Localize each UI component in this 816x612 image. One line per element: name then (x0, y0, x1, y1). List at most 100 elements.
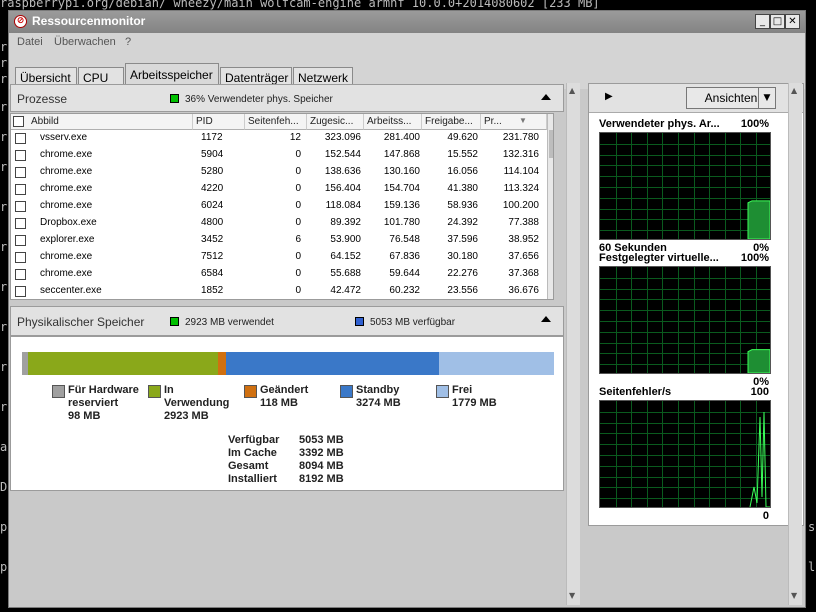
table-cell: 4800 (201, 217, 224, 228)
row-checkbox[interactable] (15, 252, 26, 263)
row-checkbox[interactable] (15, 269, 26, 280)
graph-canvas (599, 132, 771, 240)
table-cell: 6584 (201, 268, 224, 279)
table-row[interactable]: explorer.exe 3452 6 53.900 76.548 37.596 38.95… (11, 232, 541, 249)
menu-file[interactable]: Datei (17, 36, 43, 48)
select-all-checkbox[interactable] (13, 116, 24, 127)
table-cell: 0 (295, 183, 301, 194)
legend-line: Standby (356, 384, 400, 396)
legend-swatch (52, 385, 65, 398)
table-row[interactable]: chrome.exe 5904 0 152.544 147.868 15.552 132.3… (11, 147, 541, 164)
table-cell: 0 (295, 149, 301, 160)
expand-play-icon[interactable]: ▶ (605, 91, 613, 102)
table-cell: 67.836 (389, 251, 420, 262)
legend-line: Verwendung (164, 397, 230, 409)
scroll-up-icon[interactable]: ▲ (569, 86, 575, 95)
table-cell: vsserv.exe (40, 132, 88, 143)
table-cell: chrome.exe (40, 183, 93, 194)
row-checkbox[interactable] (15, 133, 26, 144)
table-cell: 154.704 (383, 183, 420, 194)
table-cell: 0 (295, 285, 301, 296)
column-header-pid[interactable]: PID (193, 114, 245, 130)
scrollbar-thumb[interactable] (549, 130, 553, 158)
graph-title: Festgelegter virtuelle... (599, 252, 719, 264)
row-checkbox[interactable] (15, 167, 26, 178)
column-header-page-faults[interactable]: Seitenfeh... (245, 114, 307, 130)
table-cell: 1172 (201, 132, 223, 143)
table-row[interactable]: chrome.exe 5280 0 138.636 130.160 16.056 114.1… (11, 164, 541, 181)
table-row[interactable]: vsserv.exe 1172 12 323.096 281.400 49.620 231.… (11, 130, 541, 147)
table-cell: 60.232 (389, 285, 420, 296)
stat-value: 8094 MB (299, 460, 344, 472)
column-header-shareable[interactable]: Freigabe... (422, 114, 481, 130)
collapse-up-icon[interactable] (541, 94, 551, 100)
terminal-char: r (0, 240, 8, 254)
row-checkbox[interactable] (15, 184, 26, 195)
table-cell: chrome.exe (40, 166, 93, 177)
table-row[interactable]: chrome.exe 4220 0 156.404 154.704 41.380 113.3… (11, 181, 541, 198)
column-header-working-set[interactable]: Arbeitss... (364, 114, 422, 130)
graph-min-value: 0 (762, 510, 769, 522)
table-row[interactable]: seccenter.exe 1852 0 42.472 60.232 23.556 36.6… (11, 283, 541, 299)
table-cell: 0 (295, 251, 301, 262)
row-checkbox[interactable] (15, 286, 26, 297)
table-cell: 59.644 (389, 268, 420, 279)
legend-swatch (436, 385, 449, 398)
table-cell: seccenter.exe (40, 285, 102, 296)
title-bar[interactable]: ⊘ Ressourcenmonitor _ □ ✕ (9, 11, 805, 33)
menu-bar: Datei Überwachen ? (9, 33, 805, 53)
table-row[interactable]: chrome.exe 6024 0 118.084 159.136 58.936 100.2… (11, 198, 541, 215)
table-cell: chrome.exe (40, 268, 93, 279)
row-checkbox[interactable] (15, 235, 26, 246)
used-legend-swatch (170, 317, 179, 326)
scroll-up-icon[interactable]: ▲ (791, 86, 797, 95)
legend-label: Frei 1779 MB (452, 384, 497, 410)
row-checkbox[interactable] (15, 150, 26, 161)
views-dropdown-icon[interactable]: ▼ (758, 87, 776, 109)
legend-swatch (340, 385, 353, 398)
terminal-char: r (0, 72, 8, 86)
table-row[interactable]: chrome.exe 7512 0 64.152 67.836 30.180 37.656 (11, 249, 541, 266)
table-cell: 114.104 (503, 166, 539, 177)
legend-value: 3274 MB (356, 397, 401, 409)
column-header-commit[interactable]: Zugesic... (307, 114, 364, 130)
graph-canvas (599, 400, 771, 508)
process-table-scrollbar[interactable] (547, 114, 553, 299)
scroll-down-icon[interactable]: ▼ (791, 591, 797, 600)
table-cell: 41.380 (447, 183, 478, 194)
terminal-char: r (0, 40, 8, 54)
collapse-up-icon[interactable] (541, 316, 551, 322)
row-checkbox[interactable] (15, 218, 26, 229)
scroll-down-icon[interactable]: ▼ (569, 591, 575, 600)
table-cell: 15.552 (447, 149, 478, 160)
legend-line: reserviert (68, 397, 119, 409)
stat-label: Im Cache (228, 447, 277, 459)
table-cell: 0 (295, 166, 301, 177)
column-header-private[interactable]: Pr... ▼ (481, 114, 547, 130)
table-cell: Dropbox.exe (40, 217, 97, 228)
minimize-button[interactable]: _ (755, 14, 770, 29)
stat-value: 5053 MB (299, 434, 344, 446)
right-pane-scrollbar[interactable]: ▲ ▼ (788, 83, 802, 605)
processes-header[interactable]: Prozesse 36% Verwendeter phys. Speicher (10, 84, 564, 112)
table-cell: 3452 (201, 234, 224, 245)
column-header-image[interactable]: Abbild (11, 114, 193, 130)
close-button[interactable]: ✕ (785, 14, 800, 29)
table-cell: 58.936 (447, 200, 478, 211)
row-checkbox[interactable] (15, 201, 26, 212)
table-cell: 231.780 (502, 132, 539, 143)
left-pane-scrollbar[interactable]: ▲ ▼ (566, 83, 580, 605)
table-cell: 156.404 (324, 183, 361, 194)
menu-monitor[interactable]: Überwachen (54, 36, 116, 48)
memory-segment-standby (226, 352, 439, 375)
available-legend-text: 5053 MB verfügbar (370, 317, 456, 328)
table-row[interactable]: Dropbox.exe 4800 0 89.392 101.780 24.392 77.38… (11, 215, 541, 232)
maximize-button[interactable]: □ (770, 14, 785, 29)
menu-help[interactable]: ? (125, 36, 131, 48)
table-row[interactable]: chrome.exe 6584 0 55.688 59.644 22.276 37.368 (11, 266, 541, 283)
available-legend-swatch (355, 317, 364, 326)
table-cell: 6 (295, 234, 301, 245)
terminal-char: p (0, 520, 8, 534)
physical-memory-header[interactable]: Physikalischer Speicher 2923 MB verwende… (10, 306, 564, 336)
table-cell: 147.868 (383, 149, 420, 160)
